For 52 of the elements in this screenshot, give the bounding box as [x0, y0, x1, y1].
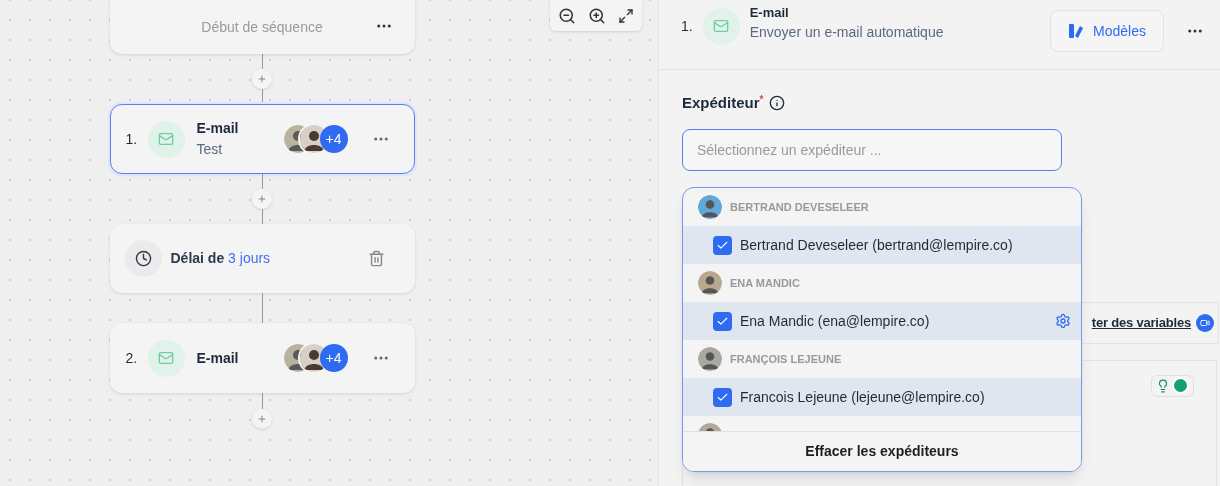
sender-option[interactable]: Bertrand Deveseleer (bertrand@lempire.co) [683, 226, 1081, 264]
info-icon[interactable] [769, 95, 786, 112]
clock-icon [124, 240, 162, 277]
group-header: FRANÇOIS LEJEUNE [730, 351, 842, 367]
more-count-badge: +4 [319, 344, 348, 372]
zoom-out-icon[interactable] [558, 6, 576, 25]
checkbox[interactable] [713, 387, 732, 407]
email-step-card[interactable]: 2. E-mail +4 [109, 323, 415, 393]
step-title: E-mail [749, 3, 790, 22]
lightbulb-icon [1156, 378, 1170, 393]
checkbox[interactable] [713, 235, 732, 255]
step-subtitle: Envoyer un e-mail automatique [749, 23, 945, 43]
group-header: BERTRAND DEVESELEER [730, 199, 869, 215]
assistant-badge[interactable] [1151, 374, 1194, 397]
step-number: 1. [125, 129, 138, 149]
option-label: Ena Mandic (ena@lempire.co) [740, 311, 931, 331]
mail-icon [702, 7, 740, 45]
card-title: Début de séquence [201, 17, 323, 37]
mail-icon [147, 120, 185, 158]
option-label: Francois Lejeune (lejeune@lempire.co) [740, 387, 986, 407]
clear-senders-button[interactable]: Effacer les expéditeurs [683, 431, 1081, 471]
trash-icon[interactable] [367, 250, 385, 267]
step-subtitle: Test [196, 140, 224, 159]
plus-icon [257, 414, 267, 424]
step-number: 1. [681, 16, 693, 36]
templates-button[interactable]: Modèles [1050, 10, 1164, 52]
plus-icon [257, 74, 267, 84]
sender-option[interactable]: Francois Lejeune (lejeune@lempire.co) [683, 378, 1081, 416]
video-icon[interactable] [1196, 313, 1214, 332]
settings-icon[interactable] [1055, 313, 1071, 329]
delay-step-card[interactable]: Délai de 3 jours [109, 224, 415, 293]
plus-icon [257, 194, 267, 204]
sender-field[interactable]: Sélectionnez un expéditeur ... [682, 128, 1062, 171]
avatar-icon [698, 347, 722, 371]
option-label: Bertrand Deveseleer (bertrand@lempire.co) [740, 235, 1014, 255]
sender-label: Expéditeur$^{*}$ [682, 93, 764, 113]
avatar-icon [698, 271, 722, 295]
step-title: E-mail [196, 348, 240, 368]
variables-link[interactable]: ter des variables [1091, 312, 1191, 333]
email-step-card[interactable]: 1. E-mail Test +4 [109, 104, 415, 174]
step-title: E-mail [196, 119, 240, 138]
more-count-badge: +4 [319, 125, 348, 153]
delay-label: Délai de 3 jours [170, 249, 272, 268]
fit-screen-icon[interactable] [618, 7, 634, 24]
zoom-in-icon[interactable] [588, 6, 606, 25]
group-header: ENA MANDIC [730, 275, 800, 291]
checkbox[interactable] [713, 311, 732, 331]
step-number: 2. [125, 348, 138, 368]
mail-icon [147, 339, 185, 377]
avatar-icon [698, 195, 722, 219]
swatch-icon [1068, 23, 1085, 39]
sender-option[interactable]: Ena Mandic (ena@lempire.co) [683, 302, 1081, 340]
